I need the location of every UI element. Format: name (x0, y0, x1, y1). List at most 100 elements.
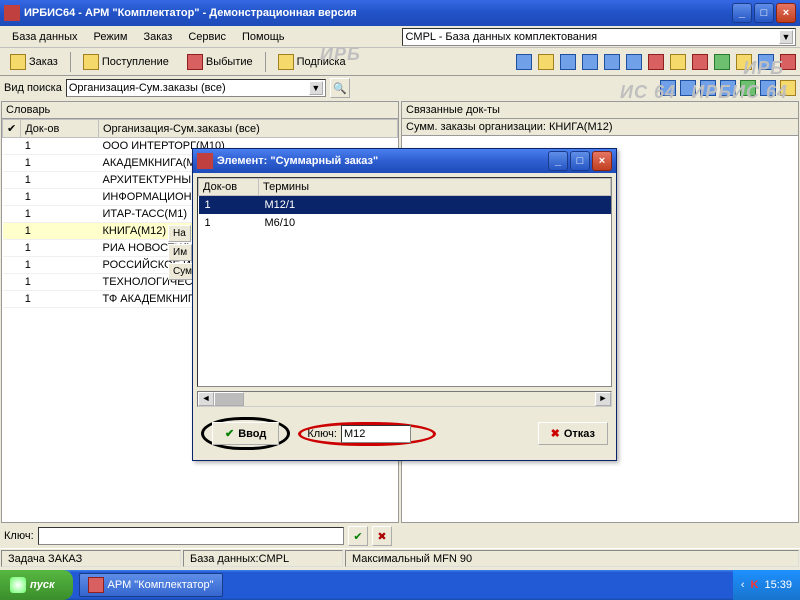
search-combo-value: Организация-Сум.заказы (все) (69, 82, 309, 94)
tool-icon[interactable] (736, 54, 752, 70)
col-term[interactable]: Организация-Сум.заказы (все) (99, 120, 398, 138)
dialog-key-label: Ключ: (307, 428, 337, 440)
toolbar-main: Заказ Поступление Выбытие Подписка (0, 48, 800, 76)
tray-icon[interactable]: ‹ (741, 579, 745, 591)
subscribe-label: Подписка (297, 56, 346, 68)
receipt-label: Поступление (102, 56, 169, 68)
minimize-button[interactable]: _ (732, 3, 752, 23)
dialog-ok-button[interactable]: ✔ Ввод (212, 422, 279, 445)
key-input[interactable] (38, 527, 344, 545)
tool-icon[interactable] (670, 54, 686, 70)
tool-icon[interactable] (700, 80, 716, 96)
check-icon: ✔ (225, 427, 234, 440)
disposal-button[interactable]: Выбытие (181, 52, 259, 72)
tool-icon[interactable] (538, 54, 554, 70)
key-cancel-button[interactable]: ✖ (372, 526, 392, 546)
menu-help[interactable]: Помощь (234, 29, 293, 45)
order-button[interactable]: Заказ (4, 52, 64, 72)
database-combo-value: CMPL - База данных комплектования (405, 31, 779, 43)
key-row: Ключ: ✔ ✖ (0, 524, 800, 548)
dialog-grid[interactable]: Док-ов Термины 1М12/11М6/10 (197, 177, 612, 387)
menu-order[interactable]: Заказ (135, 29, 180, 45)
tool-icon[interactable] (582, 54, 598, 70)
tool-icon[interactable] (560, 54, 576, 70)
start-button[interactable]: пуск (0, 570, 73, 600)
dlg-col-count[interactable]: Док-ов (199, 179, 259, 196)
dialog-close-button[interactable]: × (592, 151, 612, 171)
receipt-button[interactable]: Поступление (77, 52, 175, 72)
search-row: Вид поиска Организация-Сум.заказы (все) … (0, 76, 800, 100)
key-label: Ключ: (4, 530, 34, 542)
tool-icon[interactable] (660, 80, 676, 96)
dlg-col-term[interactable]: Термины (259, 179, 611, 196)
cross-icon: ✖ (551, 427, 560, 440)
tray-clock: 15:39 (764, 579, 792, 591)
tool-icon[interactable] (760, 80, 776, 96)
dialog-minimize-button[interactable]: _ (548, 151, 568, 171)
tool-icon[interactable] (740, 80, 756, 96)
scroll-thumb[interactable] (214, 392, 244, 406)
database-combo[interactable]: CMPL - База данных комплектования ▼ (402, 28, 796, 46)
app-icon (4, 5, 20, 21)
status-db: База данных:CMPL (183, 550, 343, 567)
order-icon (10, 54, 26, 70)
tool-icon[interactable] (626, 54, 642, 70)
key-highlight: Ключ: (298, 422, 436, 446)
chevron-down-icon[interactable]: ▼ (309, 81, 323, 95)
tool-icon[interactable] (680, 80, 696, 96)
tool-icon[interactable] (720, 80, 736, 96)
scroll-left-icon[interactable]: ◄ (198, 392, 214, 406)
dialog-key-input[interactable] (341, 425, 411, 443)
main-titlebar: ИРБИС64 - АРМ "Комплектатор" - Демонстра… (0, 0, 800, 26)
start-icon (10, 577, 26, 593)
search-label: Вид поиска (4, 82, 62, 94)
tool-icon[interactable] (516, 54, 532, 70)
tool-icon[interactable] (780, 80, 796, 96)
menu-mode[interactable]: Режим (86, 29, 136, 45)
tool-icon[interactable] (648, 54, 664, 70)
dialog-maximize-button[interactable]: □ (570, 151, 590, 171)
system-tray: ‹ K 15:39 (733, 570, 800, 600)
chevron-down-icon[interactable]: ▼ (779, 30, 793, 44)
disposal-icon (187, 54, 203, 70)
subscribe-button[interactable]: Подписка (272, 52, 352, 72)
table-row[interactable]: 1М6/10 (199, 214, 611, 232)
status-task: Задача ЗАКАЗ (1, 550, 181, 567)
tray-k-icon[interactable]: K (751, 579, 759, 591)
table-row[interactable]: 1М12/1 (199, 196, 611, 215)
key-ok-button[interactable]: ✔ (348, 526, 368, 546)
tool-icon[interactable] (758, 54, 774, 70)
dialog-icon (197, 153, 213, 169)
sidetab-2[interactable]: Им (168, 244, 192, 261)
window-title: ИРБИС64 - АРМ "Комплектатор" - Демонстра… (24, 7, 732, 19)
close-button[interactable]: × (776, 3, 796, 23)
tool-icon[interactable] (780, 54, 796, 70)
menu-db[interactable]: База данных (4, 29, 86, 45)
disposal-label: Выбытие (206, 56, 253, 68)
tool-icon[interactable] (714, 54, 730, 70)
receipt-icon (83, 54, 99, 70)
dialog-cancel-button[interactable]: ✖ Отказ (538, 422, 608, 445)
status-mfn: Максимальный MFN 90 (345, 550, 799, 567)
col-count[interactable]: Док-ов (21, 120, 99, 138)
dialog-titlebar[interactable]: Элемент: "Суммарный заказ" _ □ × (193, 149, 616, 173)
search-combo[interactable]: Организация-Сум.заказы (все) ▼ (66, 79, 326, 97)
search-opt-button[interactable]: 🔍 (330, 78, 350, 98)
taskbar-app-label: АРМ "Комплектатор" (108, 579, 214, 591)
taskbar-app[interactable]: АРМ "Комплектатор" (79, 573, 223, 597)
sidetab-1[interactable]: На (168, 225, 191, 242)
menu-service[interactable]: Сервис (180, 29, 234, 45)
scroll-right-icon[interactable]: ► (595, 392, 611, 406)
statusbar: Задача ЗАКАЗ База данных:CMPL Максимальн… (0, 548, 800, 568)
dialog-hscroll[interactable]: ◄ ► (197, 391, 612, 407)
start-label: пуск (30, 579, 55, 591)
taskbar: пуск АРМ "Комплектатор" ‹ K 15:39 (0, 570, 800, 600)
maximize-button[interactable]: □ (754, 3, 774, 23)
col-check[interactable]: ✔ (3, 120, 21, 138)
taskbar-app-icon (88, 577, 104, 593)
separator (70, 52, 71, 72)
right-header: Связанные док-ты (402, 102, 798, 119)
tool-icon[interactable] (692, 54, 708, 70)
menubar: База данных Режим Заказ Сервис Помощь CM… (0, 26, 800, 48)
tool-icon[interactable] (604, 54, 620, 70)
